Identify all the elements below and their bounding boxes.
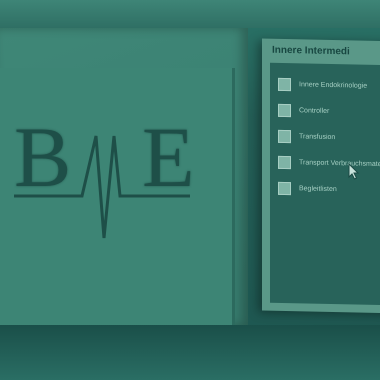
- checkbox[interactable]: [278, 155, 291, 169]
- monitor-bezel-bottom: [0, 325, 380, 380]
- dialog-list: Innere Endokrinologie Controller Transfu…: [270, 62, 380, 306]
- mouse-pointer-icon: [348, 163, 360, 180]
- list-item[interactable]: Transport Verbrauchsmaterial: [278, 155, 380, 172]
- checkbox[interactable]: [278, 129, 291, 143]
- checkbox[interactable]: [278, 103, 291, 117]
- monitor-bezel-top: [0, 0, 380, 28]
- selection-dialog: Innere Intermedi Innere Endokrinologie C…: [262, 38, 380, 314]
- checkbox[interactable]: [278, 181, 291, 195]
- list-item-label: Innere Endokrinologie: [299, 80, 368, 90]
- monitor-photo: B E Innere Intermedi Innere Endokrinolog…: [0, 0, 380, 380]
- list-item[interactable]: Innere Endokrinologie: [278, 77, 380, 94]
- logo-letter-e: E: [142, 109, 197, 205]
- list-item-label: Begleitlisten: [299, 184, 337, 193]
- list-item-label: Controller: [299, 106, 330, 115]
- list-item-label: Transfusion: [299, 132, 336, 141]
- logo-screen: B E: [0, 28, 248, 336]
- dialog-title: Innere Intermedi: [272, 44, 350, 58]
- list-item[interactable]: Controller: [278, 103, 380, 120]
- list-item-label: Transport Verbrauchsmaterial: [299, 158, 380, 168]
- logo-letter-b: B: [14, 109, 74, 205]
- list-item[interactable]: Begleitlisten: [278, 181, 380, 198]
- checkbox[interactable]: [278, 77, 291, 91]
- list-item[interactable]: Transfusion: [278, 129, 380, 146]
